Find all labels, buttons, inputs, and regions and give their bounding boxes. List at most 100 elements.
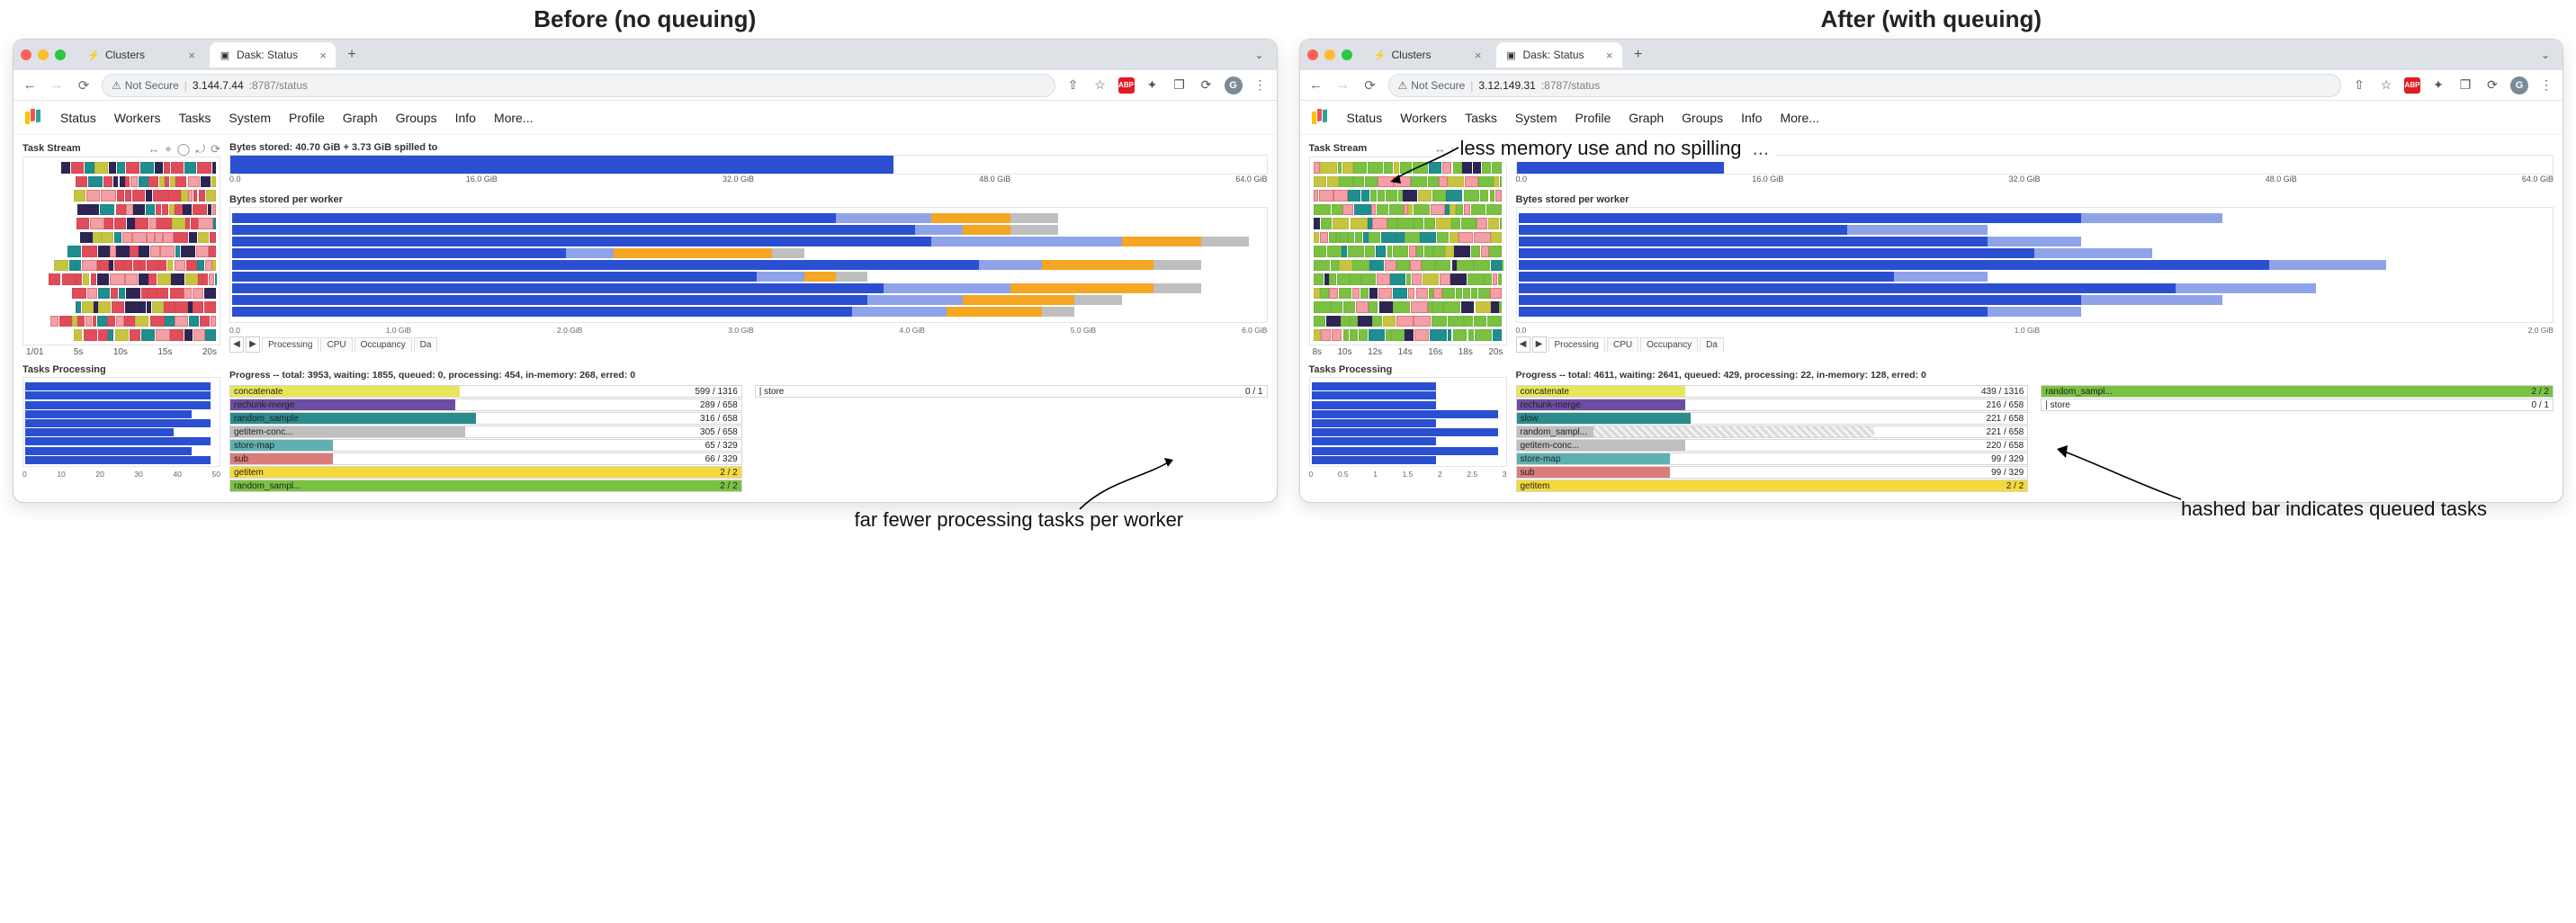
close-icon[interactable]: ×: [319, 49, 327, 62]
abp-icon[interactable]: ABP: [1118, 77, 1135, 94]
traffic-green[interactable]: [55, 49, 66, 60]
traffic-yellow[interactable]: [38, 49, 49, 60]
traffic-red[interactable]: [1307, 49, 1318, 60]
minitab-da[interactable]: Da: [1700, 337, 1724, 352]
star-icon[interactable]: ☆: [1091, 77, 1109, 93]
annotation-less-memory: less memory use and no spilling ...: [1453, 135, 1777, 162]
nav-workers[interactable]: Workers: [114, 111, 161, 125]
progress-label: slow: [1517, 414, 1539, 424]
progress-label: sub: [1517, 468, 1535, 478]
star-icon[interactable]: ☆: [2377, 77, 2395, 93]
queued-hatch: [1593, 426, 1874, 437]
tp-bar: [1312, 410, 1498, 418]
warning-icon: ⚠: [112, 79, 121, 92]
close-icon[interactable]: ×: [188, 49, 195, 62]
traffic-red[interactable]: [21, 49, 31, 60]
extensions-button[interactable]: ❐: [2456, 77, 2474, 93]
pan-icon[interactable]: ↔: [148, 142, 159, 157]
update-icon[interactable]: ⟳: [2483, 77, 2501, 93]
profile-avatar[interactable]: G: [2510, 76, 2528, 94]
browser-menu-button[interactable]: ⋮: [2537, 77, 2555, 93]
minitab-da[interactable]: Da: [414, 337, 438, 352]
url-field[interactable]: ⚠Not Secure|3.12.149.31:8787/status: [1388, 74, 2342, 97]
refresh-icon[interactable]: ⟳: [211, 142, 220, 157]
nav-groups[interactable]: Groups: [396, 111, 437, 125]
new-tab-button[interactable]: +: [1628, 44, 1649, 66]
nav-more[interactable]: More...: [494, 111, 534, 125]
forward-button[interactable]: →: [1334, 77, 1352, 93]
not-secure-badge[interactable]: ⚠Not Secure: [1398, 79, 1466, 92]
worker-bar: [1519, 295, 2552, 305]
new-tab-button[interactable]: +: [341, 44, 363, 66]
task-stream-chart[interactable]: [22, 157, 220, 345]
profile-avatar[interactable]: G: [1225, 76, 1243, 94]
tab-clusters[interactable]: ⚡Clusters×: [1365, 42, 1491, 67]
back-button[interactable]: ←: [1307, 77, 1325, 93]
nav-tasks[interactable]: Tasks: [179, 111, 211, 125]
close-icon[interactable]: ×: [1475, 49, 1482, 62]
tasks-processing-chart[interactable]: [22, 377, 220, 467]
tp-bar: [1312, 437, 1436, 445]
forward-button[interactable]: →: [48, 77, 66, 93]
back-button[interactable]: ←: [21, 77, 39, 93]
tp-bar: [25, 391, 211, 399]
nav-more[interactable]: More...: [1780, 111, 1819, 125]
minitab-prev[interactable]: ◀: [1516, 336, 1530, 353]
minitab-next[interactable]: ▶: [1532, 336, 1547, 353]
minitab-cpu[interactable]: CPU: [320, 337, 352, 352]
minitab-processing[interactable]: Processing: [262, 337, 319, 352]
browser-menu-button[interactable]: ⋮: [1252, 77, 1270, 93]
minitab-occupancy[interactable]: Occupancy: [355, 337, 412, 352]
progress-row: concatenate599 / 1316: [229, 385, 742, 398]
close-icon[interactable]: ×: [1606, 49, 1613, 62]
abp-icon[interactable]: ABP: [2404, 77, 2420, 94]
minitab-occupancy[interactable]: Occupancy: [1640, 337, 1698, 352]
nav-status[interactable]: Status: [60, 111, 96, 125]
minitab-next[interactable]: ▶: [246, 336, 260, 353]
tab-clusters[interactable]: ⚡Clusters×: [78, 42, 204, 67]
share-icon[interactable]: ⇧: [1064, 77, 1082, 93]
not-secure-badge[interactable]: ⚠Not Secure: [112, 79, 179, 92]
extension-icon[interactable]: ✦: [1144, 77, 1162, 93]
reload-button[interactable]: ⟳: [1361, 77, 1379, 94]
tab-dask-status[interactable]: ▣Dask: Status×: [210, 42, 336, 67]
minitab-cpu[interactable]: CPU: [1607, 337, 1638, 352]
nav-info[interactable]: Info: [455, 111, 476, 125]
tasks-processing-chart[interactable]: [1309, 377, 1507, 467]
minitab-prev[interactable]: ◀: [229, 336, 244, 353]
url-field[interactable]: ⚠Not Secure|3.144.7.44:8787/status: [102, 74, 1055, 97]
nav-graph[interactable]: Graph: [1629, 111, 1664, 125]
nav-graph[interactable]: Graph: [343, 111, 378, 125]
traffic-yellow[interactable]: [1324, 49, 1335, 60]
bytes-per-worker-chart[interactable]: [1516, 207, 2554, 323]
nav-profile[interactable]: Profile: [1575, 111, 1611, 125]
progress-count: 221 / 658: [1987, 427, 2028, 437]
tab-dask-status[interactable]: ▣Dask: Status×: [1496, 42, 1622, 67]
nav-profile[interactable]: Profile: [289, 111, 325, 125]
box-zoom-icon[interactable]: ⌖: [165, 142, 171, 157]
bytes-per-worker-chart[interactable]: [229, 207, 1268, 323]
progress-row: store-map65 / 329: [229, 439, 742, 452]
extension-icon[interactable]: ✦: [2429, 77, 2447, 93]
nav-tasks[interactable]: Tasks: [1465, 111, 1497, 125]
tasks-processing-title: Tasks Processing: [1309, 364, 1507, 375]
nav-workers[interactable]: Workers: [1400, 111, 1447, 125]
tabs-menu-button[interactable]: ⌄: [1249, 49, 1269, 61]
reload-button[interactable]: ⟳: [75, 77, 93, 94]
tabs-menu-button[interactable]: ⌄: [2536, 49, 2555, 61]
reset-icon[interactable]: ⤾: [195, 142, 205, 157]
tp-bar: [1312, 401, 1436, 409]
update-icon[interactable]: ⟳: [1198, 77, 1216, 93]
bytes-stored-title: Bytes stored: 40.70 GiB + 3.73 GiB spill…: [229, 142, 1268, 153]
nav-system[interactable]: System: [1515, 111, 1557, 125]
share-icon[interactable]: ⇧: [2350, 77, 2368, 93]
nav-info[interactable]: Info: [1741, 111, 1762, 125]
minitab-processing[interactable]: Processing: [1548, 337, 1605, 352]
browser-before: ⚡Clusters×▣Dask: Status×+ ⌄ ← → ⟳ ⚠Not Secure…: [13, 39, 1278, 503]
nav-status[interactable]: Status: [1347, 111, 1383, 125]
wheel-zoom-icon[interactable]: ◯: [177, 142, 191, 157]
extensions-button[interactable]: ❐: [1171, 77, 1189, 93]
traffic-green[interactable]: [1342, 49, 1352, 60]
nav-system[interactable]: System: [229, 111, 271, 125]
nav-groups[interactable]: Groups: [1682, 111, 1723, 125]
